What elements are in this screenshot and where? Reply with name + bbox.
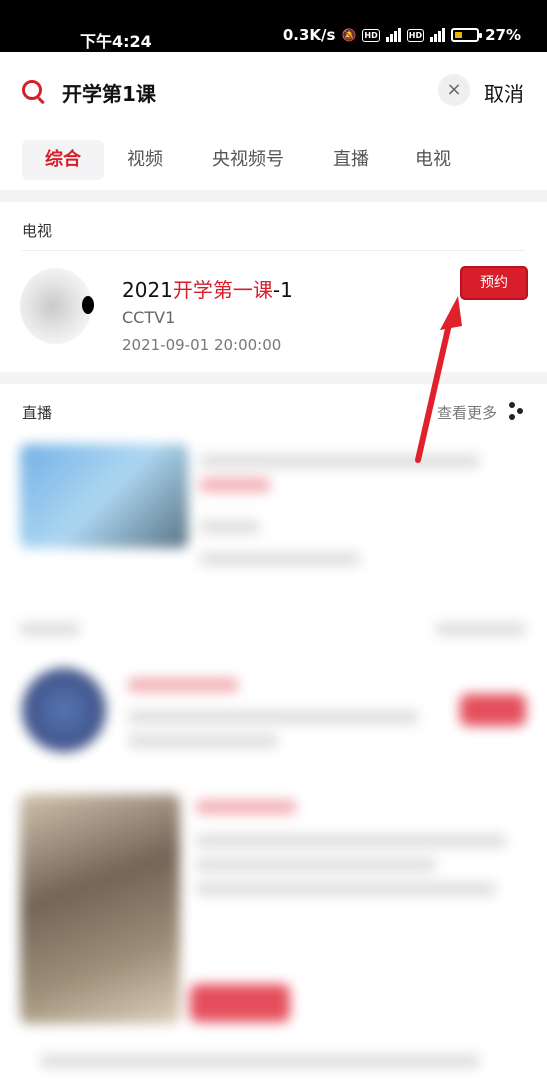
blurred-button: [190, 984, 290, 1022]
blurred-line: [436, 622, 526, 636]
live-section-title: 直播: [22, 404, 53, 422]
share-icon[interactable]: [509, 402, 525, 420]
signal-icon-2: [430, 28, 446, 42]
blurred-line: [128, 710, 418, 724]
hd-badge: HD: [362, 28, 380, 42]
blurred-line: [196, 858, 436, 872]
blurred-line: [196, 834, 506, 848]
see-more-link[interactable]: 查看更多: [437, 402, 497, 423]
section-divider: [22, 250, 525, 251]
tv-section-title: 电视: [22, 222, 53, 240]
blurred-results: [0, 424, 547, 1080]
blurred-line: [40, 1054, 480, 1068]
tab-cctv-accounts[interactable]: 央视频号: [196, 140, 300, 180]
tv-channel: CCTV1: [122, 308, 176, 327]
tv-section: 电视 2021开学第一课-1 CCTV1 2021-09-01 20:00:00…: [0, 202, 547, 372]
tab-tv[interactable]: 电视: [400, 140, 466, 180]
blurred-line: [196, 800, 296, 814]
tv-title-highlight: 开学第一课: [172, 278, 273, 302]
blurred-line: [200, 520, 260, 534]
blurred-line: [200, 552, 360, 566]
tv-program-title[interactable]: 2021开学第一课-1: [122, 274, 293, 303]
blurred-button: [460, 694, 526, 726]
blurred-avatar: [22, 668, 106, 752]
blurred-line: [128, 734, 278, 748]
battery-level: 27%: [485, 26, 521, 44]
blurred-line: [196, 882, 496, 896]
tv-program-thumbnail[interactable]: [20, 268, 94, 344]
signal-icon: [385, 28, 401, 42]
blurred-thumbnail: [20, 444, 188, 548]
tab-live[interactable]: 直播: [318, 140, 384, 180]
tab-video[interactable]: 视频: [112, 140, 178, 180]
battery-icon: [451, 28, 483, 42]
hd-badge-2: HD: [406, 28, 425, 42]
search-icon: [22, 80, 42, 100]
blurred-line: [200, 454, 480, 468]
search-input[interactable]: 开学第1课: [62, 78, 156, 107]
cancel-button[interactable]: 取消: [484, 78, 524, 107]
status-indicators: 0.3K/s 🔕 HD HD 27%: [283, 26, 521, 44]
status-time: 下午4:24: [80, 32, 152, 51]
tab-bar: 综合 视频 央视频号 直播 电视: [0, 140, 547, 180]
tab-overview[interactable]: 综合: [22, 140, 104, 180]
search-header: 开学第1课 × 取消 综合 视频 央视频号 直播 电视: [0, 52, 547, 190]
blurred-thumbnail: [20, 794, 180, 1024]
tv-air-time: 2021-09-01 20:00:00: [122, 336, 282, 354]
status-bar: 下午4:24 0.3K/s 🔕 HD HD 27%: [0, 0, 547, 52]
tv-title-prefix: 2021: [122, 278, 173, 302]
clear-search-button[interactable]: ×: [438, 74, 470, 106]
blurred-line: [128, 678, 238, 692]
net-speed: 0.3K/s: [282, 26, 336, 44]
live-section: 直播 查看更多: [0, 384, 547, 1080]
blurred-line: [200, 478, 270, 492]
blurred-line: [20, 622, 80, 636]
tv-title-suffix: -1: [272, 278, 293, 302]
bell-muted-icon: 🔕: [341, 28, 357, 42]
reserve-button[interactable]: 预约: [462, 268, 526, 298]
